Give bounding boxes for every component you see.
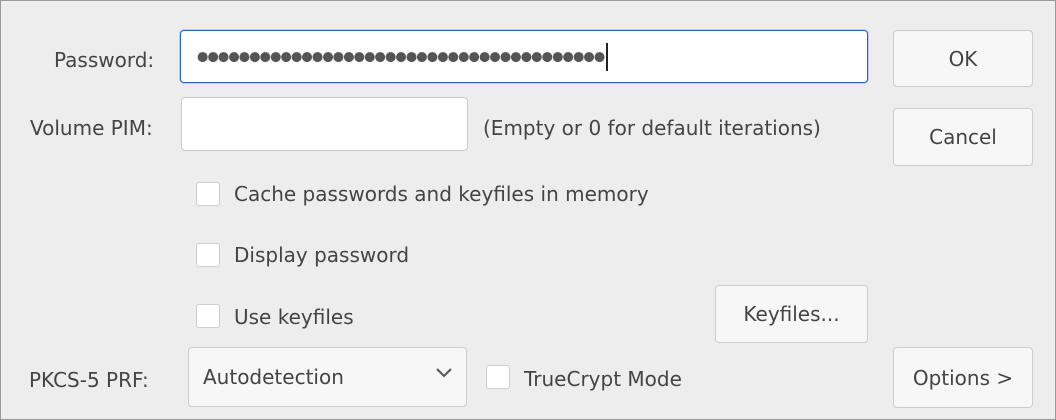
truecrypt-mode-checkbox[interactable] xyxy=(486,365,510,389)
password-masked-text: ●●●●●●●●●●●●●●●●●●●●●●●●●●●●●●●●●●●●●●● xyxy=(197,49,605,64)
keyfiles-button[interactable]: Keyfiles... xyxy=(715,285,868,343)
chevron-down-icon xyxy=(436,368,452,378)
prf-label: PKCS-5 PRF: xyxy=(29,368,149,392)
prf-selected-value: Autodetection xyxy=(203,365,344,389)
display-password-checkbox[interactable] xyxy=(196,243,220,267)
use-keyfiles-label: Use keyfiles xyxy=(234,305,354,329)
cache-passwords-checkbox[interactable] xyxy=(196,182,220,206)
password-label: Password: xyxy=(54,48,155,72)
use-keyfiles-checkbox[interactable] xyxy=(196,304,220,328)
text-cursor xyxy=(606,42,609,71)
options-button[interactable]: Options > xyxy=(893,347,1033,408)
pim-hint: (Empty or 0 for default iterations) xyxy=(483,116,821,140)
password-input[interactable]: ●●●●●●●●●●●●●●●●●●●●●●●●●●●●●●●●●●●●●●● xyxy=(180,30,868,83)
truecrypt-mode-label: TrueCrypt Mode xyxy=(524,367,682,391)
display-password-label: Display password xyxy=(234,243,410,267)
password-dialog: Password: ●●●●●●●●●●●●●●●●●●●●●●●●●●●●●●… xyxy=(0,0,1056,420)
pim-label: Volume PIM: xyxy=(30,116,153,140)
ok-button[interactable]: OK xyxy=(893,30,1033,87)
cache-passwords-label: Cache passwords and keyfiles in memory xyxy=(234,182,649,206)
cancel-button[interactable]: Cancel xyxy=(893,108,1033,166)
prf-select[interactable]: Autodetection xyxy=(188,347,467,407)
pim-input[interactable] xyxy=(181,97,468,151)
